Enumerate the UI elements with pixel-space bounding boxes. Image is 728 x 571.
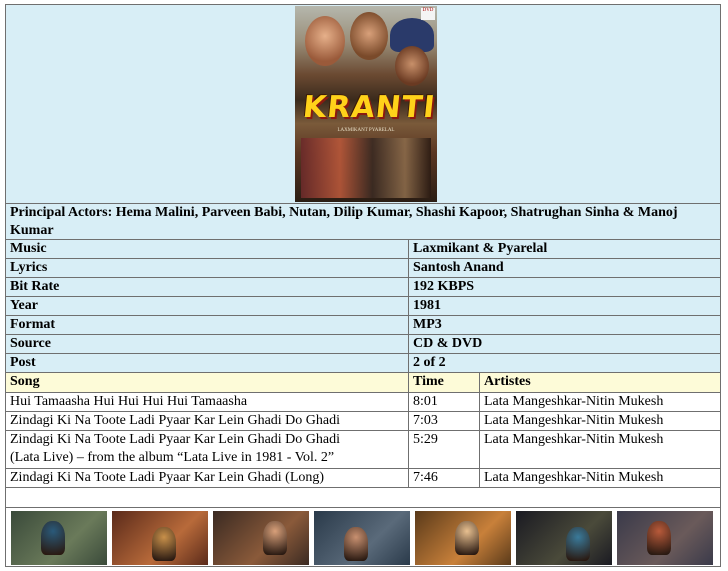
song-title: Hui Tamaasha Hui Hui Hui Hui Tamaasha (10, 394, 248, 409)
song-row: Zindagi Ki Na Toote Ladi Pyaar Kar Lein … (6, 469, 720, 488)
still-figure (152, 527, 176, 561)
song-row: Zindagi Ki Na Toote Ladi Pyaar Kar Lein … (6, 412, 720, 431)
still-figure (647, 521, 671, 555)
movie-still (112, 511, 208, 565)
info-value: MP3 (413, 317, 442, 332)
principal-actors-row: Principal Actors: Hema Malini, Parveen B… (6, 204, 720, 240)
movie-poster: DVD KRANTI LAXMIKANT PYARELAL (295, 6, 437, 202)
movie-still (617, 511, 713, 565)
poster-portrait-2 (350, 12, 388, 60)
info-label: Music (10, 241, 47, 256)
spacer-row (6, 488, 720, 508)
info-row-year: Year 1981 (6, 297, 720, 316)
info-row-post: Post 2 of 2 (6, 354, 720, 373)
info-row-format: Format MP3 (6, 316, 720, 335)
song-title: Zindagi Ki Na Toote Ladi Pyaar Kar Lein … (10, 470, 325, 485)
info-value: 2 of 2 (413, 355, 446, 370)
song-artistes: Lata Mangeshkar-Nitin Mukesh (484, 432, 664, 447)
poster-scene (301, 138, 431, 198)
song-row: Hui Tamaasha Hui Hui Hui Hui Tamaasha 8:… (6, 393, 720, 412)
poster-portrait-1 (305, 16, 345, 66)
movie-stills-strip (6, 509, 720, 566)
info-label: Year (10, 298, 38, 313)
info-label: Lyrics (10, 260, 48, 275)
movie-still (516, 511, 612, 565)
info-row-music: Music Laxmikant & Pyarelal (6, 240, 720, 259)
info-label: Post (10, 355, 36, 370)
poster-dvd-badge: DVD (421, 8, 435, 20)
info-label: Bit Rate (10, 279, 60, 294)
principal-actors: Principal Actors: Hema Malini, Parveen B… (10, 205, 678, 238)
movie-still (213, 511, 309, 565)
song-time: 7:03 (413, 413, 438, 428)
info-value: Santosh Anand (413, 260, 504, 275)
still-figure (566, 527, 590, 561)
songs-header-time: Time (413, 374, 444, 389)
song-time: 5:29 (413, 432, 438, 447)
info-row-lyrics: Lyrics Santosh Anand (6, 259, 720, 278)
info-row-source: Source CD & DVD (6, 335, 720, 354)
song-time: 7:46 (413, 470, 438, 485)
info-value: Laxmikant & Pyarelal (413, 241, 548, 256)
poster-row: DVD KRANTI LAXMIKANT PYARELAL (6, 5, 720, 204)
song-artistes: Lata Mangeshkar-Nitin Mukesh (484, 470, 664, 485)
info-value: 1981 (413, 298, 441, 313)
still-figure (41, 521, 65, 555)
song-artistes: Lata Mangeshkar-Nitin Mukesh (484, 413, 664, 428)
still-figure (344, 527, 368, 561)
songs-header-artistes: Artistes (484, 374, 531, 389)
songs-header-song: Song (10, 374, 40, 389)
song-title: Zindagi Ki Na Toote Ladi Pyaar Kar Lein … (10, 413, 341, 428)
still-figure (263, 521, 287, 555)
poster-credit: LAXMIKANT PYARELAL (337, 128, 395, 133)
song-title: Zindagi Ki Na Toote Ladi Pyaar Kar Lein … (6, 431, 408, 468)
info-label: Format (10, 317, 56, 332)
movie-still (415, 511, 511, 565)
album-info-table: DVD KRANTI LAXMIKANT PYARELAL Principal … (5, 4, 721, 567)
info-label: Source (10, 336, 51, 351)
still-figure (455, 521, 479, 555)
song-title-line-1: Zindagi Ki Na Toote Ladi Pyaar Kar Lein … (10, 432, 341, 447)
poster-portrait-3 (395, 46, 429, 86)
info-value: CD & DVD (413, 336, 483, 351)
song-artistes: Lata Mangeshkar-Nitin Mukesh (484, 394, 664, 409)
song-time: 8:01 (413, 394, 438, 409)
poster-title-logo: KRANTI (301, 90, 437, 125)
song-row: Zindagi Ki Na Toote Ladi Pyaar Kar Lein … (6, 431, 720, 469)
song-title-line-2: (Lata Live) – from the album “Lata Live … (10, 450, 335, 465)
info-value: 192 KBPS (413, 279, 475, 294)
info-row-bitrate: Bit Rate 192 KBPS (6, 278, 720, 297)
songs-header-row: Song Time Artistes (6, 373, 720, 393)
movie-still (11, 511, 107, 565)
movie-still (314, 511, 410, 565)
